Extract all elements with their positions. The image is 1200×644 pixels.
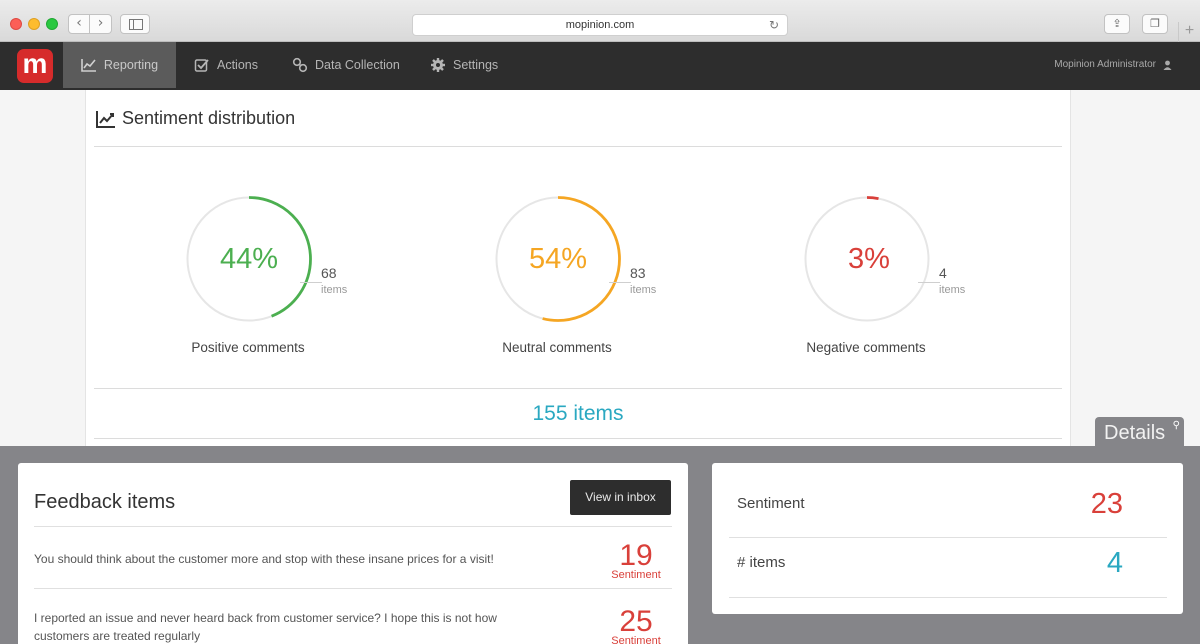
feedback-items-card: Feedback items View in inbox You should … — [18, 463, 688, 644]
negative-count: 4 — [939, 265, 947, 281]
user-icon — [1163, 60, 1172, 70]
maximize-window-button[interactable] — [46, 18, 58, 30]
nav-reporting-label: Reporting — [103, 58, 159, 72]
mopinion-logo[interactable]: m — [17, 49, 53, 83]
stat-items-value: 4 — [1106, 547, 1123, 579]
divider — [34, 588, 672, 589]
divider — [94, 388, 1062, 389]
neutral-percent: 54% — [528, 243, 588, 275]
user-menu[interactable]: Mopinion Administrator — [1054, 59, 1172, 70]
feedback-item-score: 25 Sentiment — [606, 605, 666, 644]
positive-count: 68 — [321, 265, 337, 281]
feedback-score-value: 19 — [619, 539, 653, 572]
details-tab-label: Details — [1104, 422, 1166, 444]
history-buttons: ‹ › — [68, 14, 112, 34]
line-chart-icon — [81, 59, 96, 72]
feedback-score-label: Sentiment — [611, 635, 661, 644]
window-controls — [10, 18, 58, 30]
checkbox-icon — [194, 59, 209, 72]
stat-items-label: # items — [737, 554, 786, 571]
tabs-overview-button[interactable]: ❐ — [1142, 14, 1168, 34]
link-icon — [292, 57, 308, 73]
divider — [34, 526, 672, 527]
url-text: mopinion.com — [565, 19, 635, 31]
view-in-inbox-button[interactable]: View in inbox — [570, 480, 671, 515]
negative-caption: Negative comments — [806, 340, 926, 355]
feedback-item-score: 19 Sentiment — [606, 539, 666, 582]
details-tab[interactable]: Details ⚲ — [1095, 417, 1184, 447]
sidebar-toggle-button[interactable] — [120, 14, 150, 34]
divider — [94, 146, 1062, 147]
negative-percent: 3% — [848, 243, 890, 275]
nav-data-collection-label: Data Collection — [315, 58, 400, 72]
positive-leader-line — [300, 282, 322, 283]
share-button[interactable]: ⇪ — [1104, 14, 1130, 34]
close-window-button[interactable] — [10, 18, 22, 30]
app-navbar: m Reporting Actions Data Collection Sett… — [0, 42, 1200, 90]
positive-percent: 44% — [219, 243, 279, 275]
neutral-count: 83 — [630, 265, 646, 281]
nav-actions[interactable]: Actions — [194, 42, 258, 88]
nav-actions-label: Actions — [217, 58, 258, 72]
feedback-score-value: 25 — [619, 605, 653, 638]
feedback-item-text[interactable]: You should think about the customer more… — [34, 550, 544, 568]
sentiment-title-text: Sentiment distribution — [122, 108, 296, 128]
feedback-items-title: Feedback items — [34, 491, 176, 513]
gear-icon — [431, 58, 445, 72]
nav-settings-label: Settings — [453, 58, 499, 72]
feedback-score-label: Sentiment — [611, 569, 661, 581]
nav-data-collection[interactable]: Data Collection — [292, 42, 400, 88]
total-items[interactable]: 155 items — [94, 402, 1062, 426]
back-button[interactable]: ‹ — [68, 14, 90, 34]
forward-button[interactable]: › — [90, 14, 112, 34]
positive-count-label: items — [321, 284, 348, 296]
divider — [94, 438, 1062, 439]
reload-icon[interactable]: ↻ — [769, 15, 779, 35]
neutral-count-label: items — [630, 284, 657, 296]
stat-sentiment-value: 23 — [1090, 488, 1123, 520]
new-tab-button[interactable]: + — [1178, 22, 1200, 42]
neutral-leader-line — [609, 282, 631, 283]
user-name: Mopinion Administrator — [1054, 59, 1156, 70]
sentiment-widget-title: Sentiment distribution — [96, 108, 295, 129]
stat-sentiment-label: Sentiment — [737, 495, 805, 512]
minimize-window-button[interactable] — [28, 18, 40, 30]
address-bar[interactable]: mopinion.com ↻ — [412, 14, 788, 36]
positive-caption: Positive comments — [191, 340, 305, 355]
nav-reporting[interactable]: Reporting — [63, 42, 176, 88]
divider — [729, 537, 1167, 538]
line-chart-icon — [96, 110, 115, 128]
feedback-item-text[interactable]: I reported an issue and never heard back… — [34, 609, 544, 644]
neutral-caption: Neutral comments — [502, 340, 612, 355]
browser-toolbar: ‹ › mopinion.com ↻ ⇪ ❐ + — [0, 0, 1200, 42]
details-stats-card: Sentiment 23 # items 4 — [712, 463, 1183, 614]
nav-settings[interactable]: Settings — [430, 42, 498, 88]
search-icon: ⚲ — [1172, 420, 1180, 431]
divider — [729, 597, 1167, 598]
negative-leader-line — [918, 282, 940, 283]
negative-count-label: items — [939, 284, 966, 296]
